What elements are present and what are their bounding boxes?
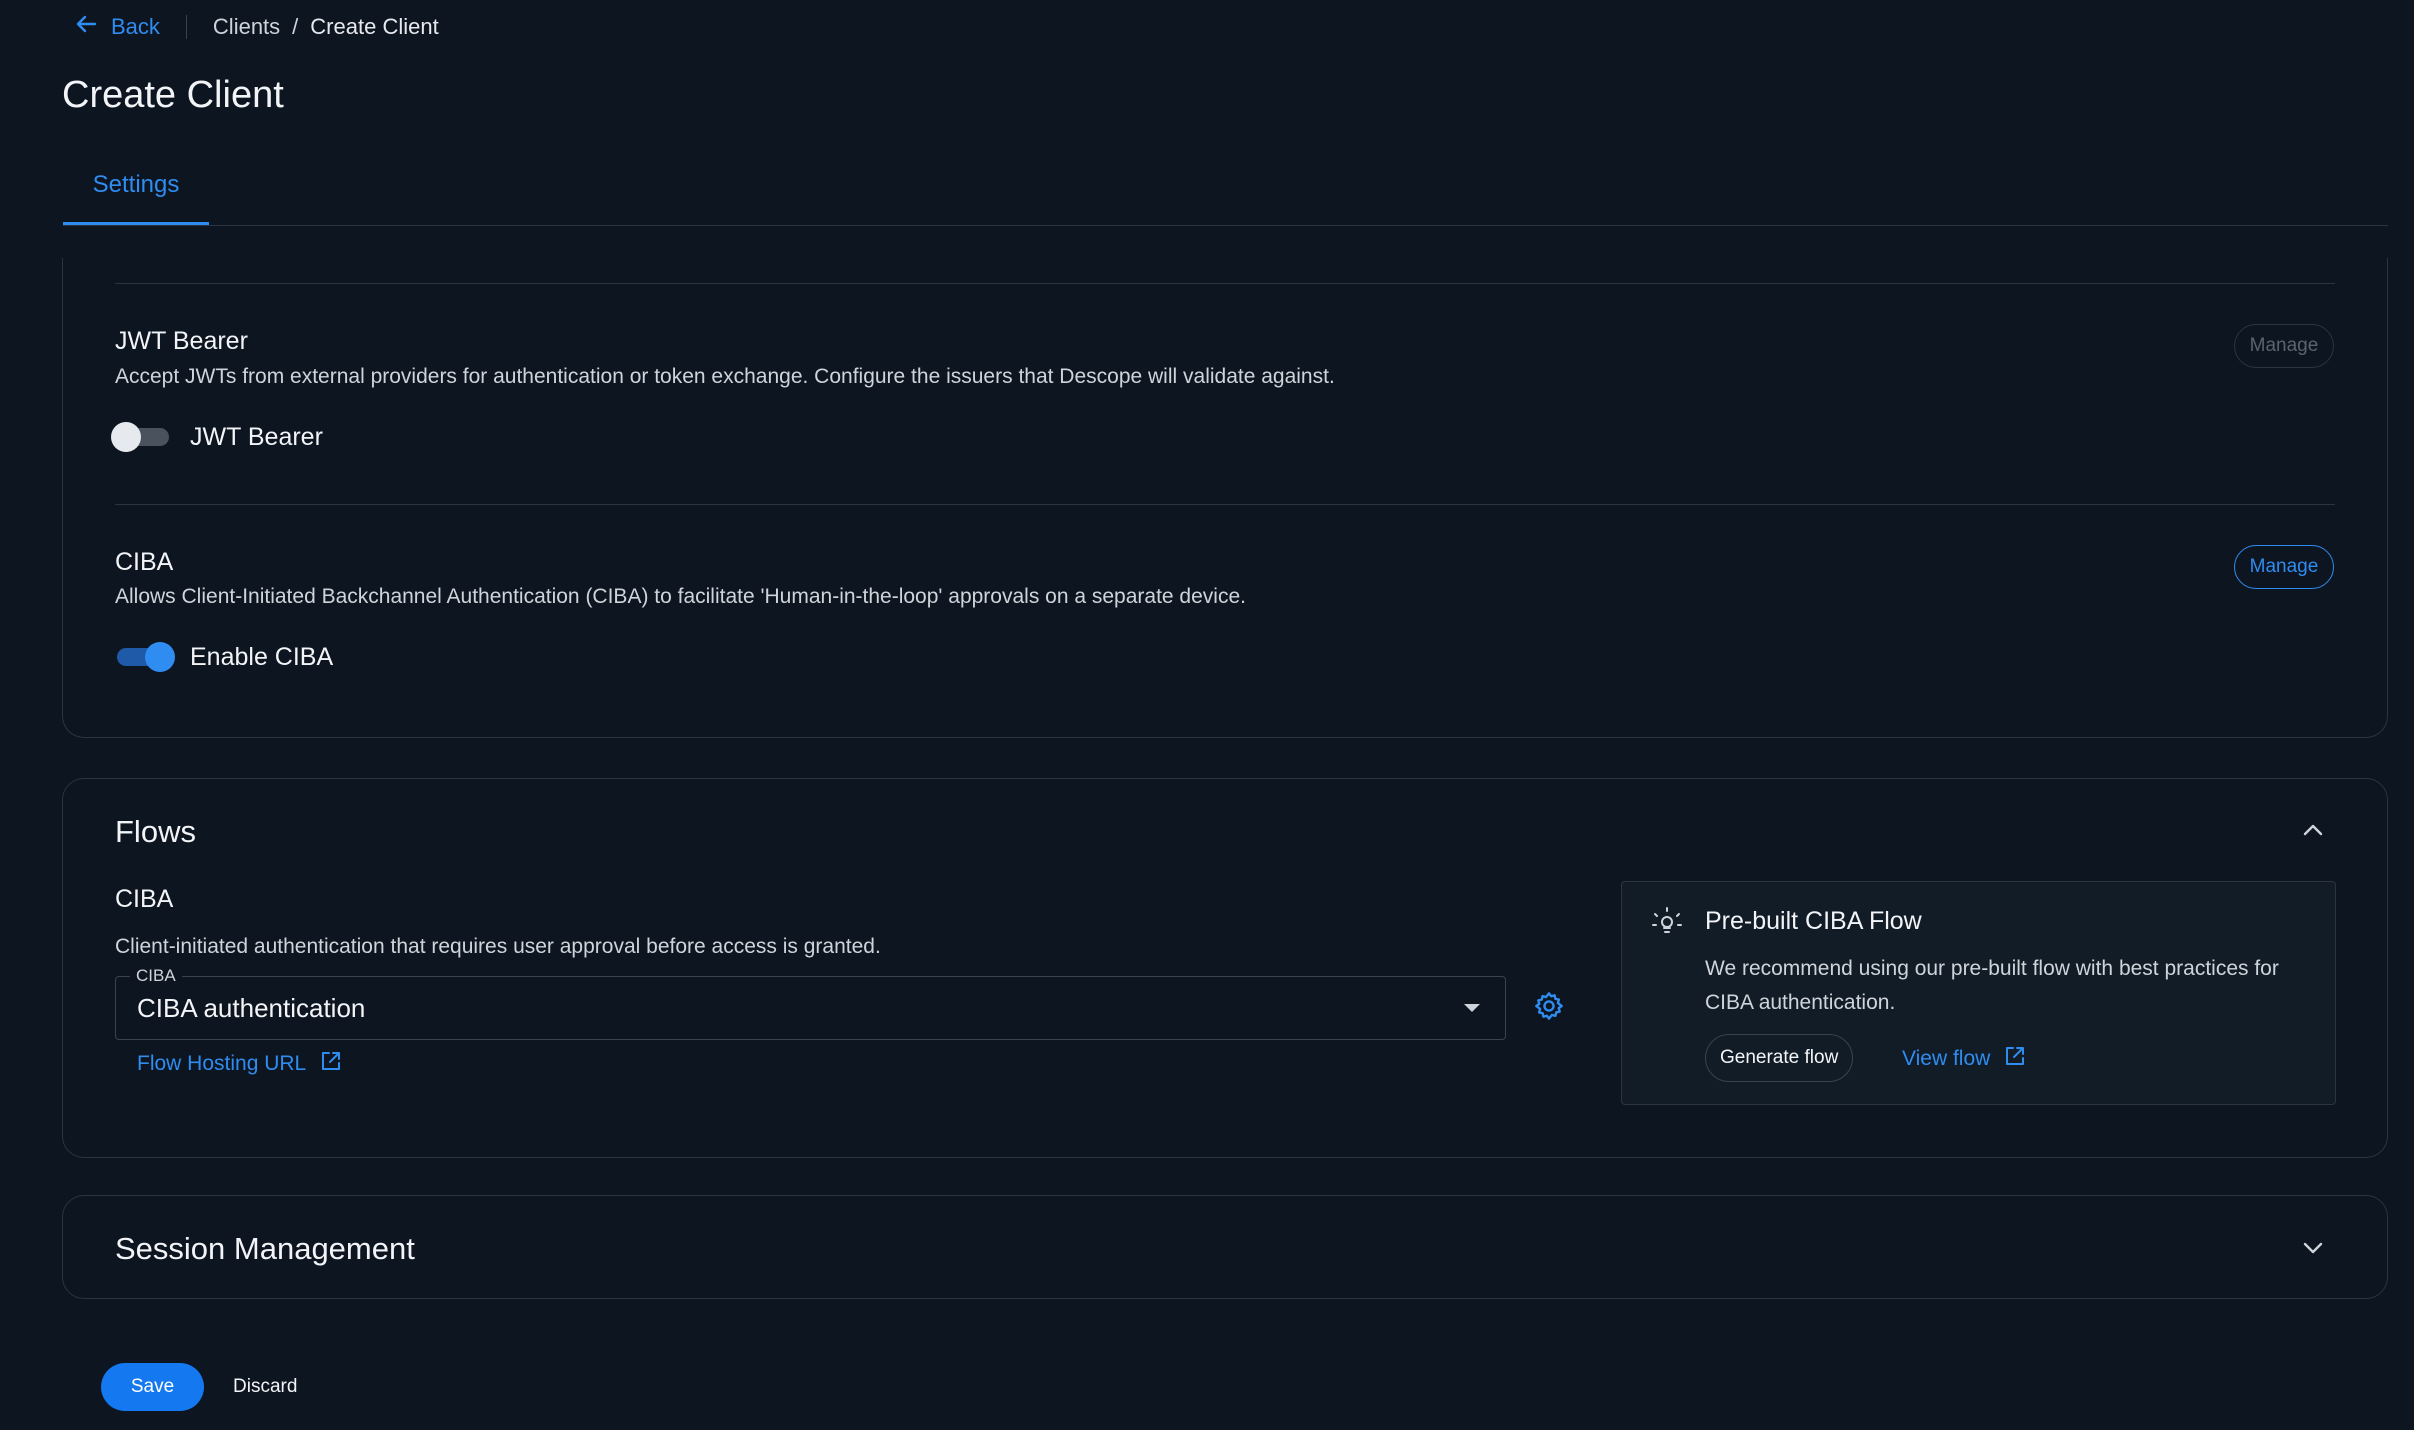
prebuilt-description: We recommend using our pre-built flow wi… [1705,957,2279,1014]
ciba-description: Allows Client-Initiated Backchannel Auth… [115,585,1246,608]
nav-separator [185,15,187,39]
arrow-left-icon [75,13,97,41]
generate-flow-button[interactable]: Generate flow [1705,1034,1854,1082]
ciba-manage-button[interactable]: Manage [2234,545,2334,589]
breadcrumb-current: Create Client [310,14,439,39]
select-legend: CIBA [130,966,182,986]
back-label: Back [111,14,160,39]
chevron-down-icon[interactable] [2302,1236,2324,1265]
session-management-title: Session Management [115,1231,415,1266]
toggle-knob [111,422,141,452]
toggle-knob [145,642,175,672]
gear-icon[interactable] [1533,990,1565,1027]
section-divider [115,504,2335,505]
flows-ciba-description: Client-initiated authentication that req… [115,935,881,958]
ciba-toggle[interactable] [115,642,175,672]
flows-ciba-title: CIBA [115,885,174,913]
breadcrumb-slash: / [292,14,299,39]
flow-hosting-url-link[interactable]: Flow Hosting URL [137,1050,342,1078]
ciba-title: CIBA [115,548,174,576]
caret-down-icon[interactable] [1464,1004,1480,1012]
discard-button[interactable]: Discard [233,1376,297,1398]
ciba-toggle-label: Enable CIBA [190,643,334,671]
prebuilt-title: Pre-built CIBA Flow [1705,907,1922,935]
tab-divider [63,225,2388,226]
flows-title: Flows [115,814,196,849]
lightbulb-icon [1650,906,1684,945]
breadcrumb-clients[interactable]: Clients [213,14,280,39]
external-link-icon [320,1050,342,1078]
jwt-bearer-title: JWT Bearer [115,327,248,355]
chevron-up-icon[interactable] [2302,818,2324,847]
flow-hosting-url-label: Flow Hosting URL [137,1052,307,1075]
page-title: Create Client [62,74,284,116]
jwt-bearer-description: Accept JWTs from external providers for … [115,365,1335,388]
settings-card [62,258,2388,738]
jwt-bearer-toggle-label: JWT Bearer [190,423,323,451]
save-button[interactable]: Save [101,1363,204,1411]
view-flow-link[interactable]: View flow [1902,1045,2026,1073]
jwt-manage-button[interactable]: Manage [2234,324,2334,368]
top-nav: Back Clients / Create Client [75,12,439,42]
jwt-bearer-toggle[interactable] [111,422,173,452]
view-flow-label: View flow [1902,1047,1991,1070]
back-button[interactable]: Back [75,13,160,41]
breadcrumb: Clients / Create Client [213,14,439,40]
select-value: CIBA authentication [137,993,366,1023]
external-link-icon [2004,1045,2026,1073]
tab-settings[interactable]: Settings [63,165,209,225]
section-divider [115,283,2335,284]
